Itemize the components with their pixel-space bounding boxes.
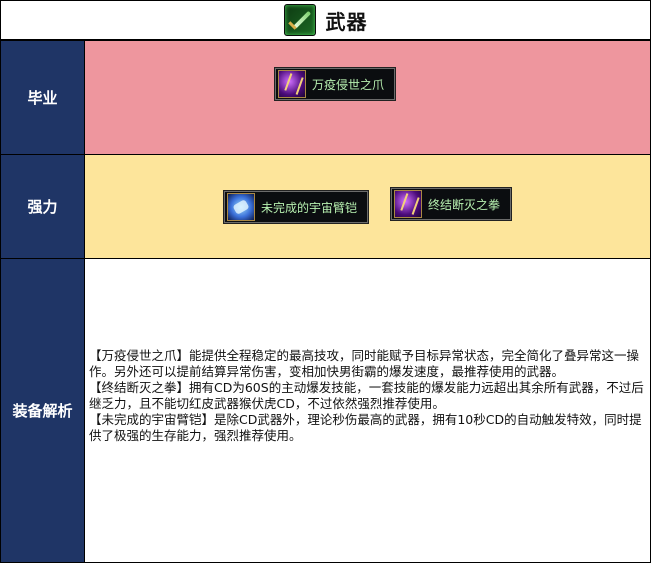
fist-icon — [394, 190, 422, 218]
row-graduation: 毕业 万疫侵世之爪 — [1, 41, 650, 155]
item-name: 未完成的宇宙臂铠 — [261, 200, 358, 215]
item-name: 终结断灭之拳 — [428, 197, 501, 212]
analysis-paragraph: 【终结断灭之拳】拥有CD为60S的主动爆发技能，一套技能的爆发能力远超出其余所有… — [89, 380, 644, 411]
weapon-recommendation-table: 武器 毕业 万疫侵世之爪 强力 未完成的宇宙臂铠 终结断灭之拳 装备解析 【万疫… — [0, 0, 651, 563]
strong-items: 未完成的宇宙臂铠 终结断灭之拳 — [85, 155, 650, 258]
table-title: 武器 — [325, 9, 368, 34]
analysis-content: 【万疫侵世之爪】能提供全程稳定的最高技攻，同时能赋予目标异常状态，完全简化了叠异… — [85, 259, 650, 562]
analysis-text: 【万疫侵世之爪】能提供全程稳定的最高技攻，同时能赋予目标异常状态，完全简化了叠异… — [89, 348, 644, 444]
item-name: 万疫侵世之爪 — [312, 77, 385, 92]
row-analysis: 装备解析 【万疫侵世之爪】能提供全程稳定的最高技攻，同时能赋予目标异常状态，完全… — [1, 259, 650, 562]
row-label-graduation: 毕业 — [1, 41, 85, 154]
sword-icon — [283, 4, 316, 36]
table-header: 武器 — [1, 1, 650, 41]
claw-icon — [278, 70, 306, 98]
item-badge-claw[interactable]: 万疫侵世之爪 — [275, 68, 396, 100]
arm-guard-icon — [227, 193, 255, 221]
row-label-analysis: 装备解析 — [1, 259, 85, 562]
item-badge-arm-guard[interactable]: 未完成的宇宙臂铠 — [224, 191, 369, 223]
analysis-paragraph: 【万疫侵世之爪】能提供全程稳定的最高技攻，同时能赋予目标异常状态，完全简化了叠异… — [89, 348, 640, 379]
row-strong: 强力 未完成的宇宙臂铠 终结断灭之拳 — [1, 155, 650, 259]
item-badge-fist[interactable]: 终结断灭之拳 — [391, 188, 512, 220]
row-label-strong: 强力 — [1, 155, 85, 258]
graduation-items: 万疫侵世之爪 — [85, 41, 650, 154]
analysis-paragraph: 【未完成的宇宙臂铠】是除CD武器外，理论秒伤最高的武器，拥有10秒CD的自动触发… — [89, 412, 642, 443]
